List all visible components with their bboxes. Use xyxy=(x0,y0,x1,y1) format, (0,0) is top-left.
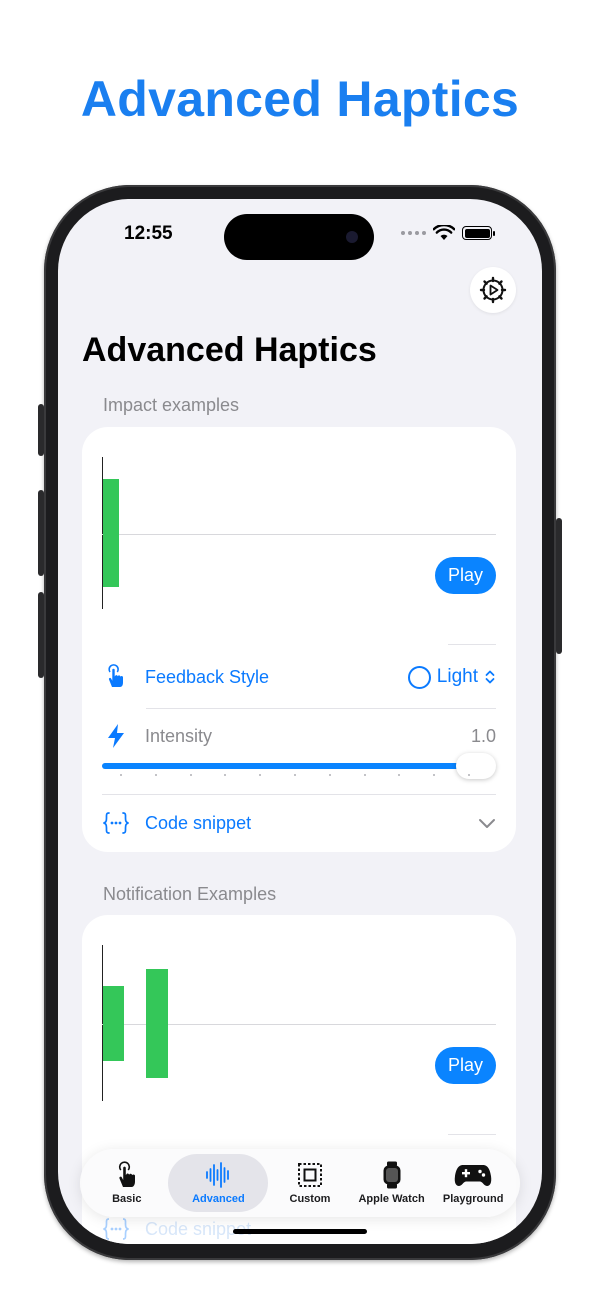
tab-label-basic: Basic xyxy=(112,1193,142,1205)
feedback-style-row[interactable]: Feedback Style Light xyxy=(102,657,496,697)
impact-section-label: Impact examples xyxy=(103,395,240,415)
intensity-slider[interactable] xyxy=(102,753,496,779)
tab-playground[interactable]: Playground xyxy=(433,1154,513,1212)
waveform-icon xyxy=(204,1161,232,1189)
tab-bar: Basic Advanced Custom Apple Watch Playgr… xyxy=(80,1149,520,1217)
chevron-up-down-icon xyxy=(485,670,495,684)
square-dashed-icon xyxy=(297,1161,323,1189)
status-indicators xyxy=(401,225,495,241)
notification-play-button[interactable]: Play xyxy=(435,1047,496,1084)
intensity-row: Intensity 1.0 xyxy=(102,716,496,756)
gamecontroller-icon xyxy=(454,1161,492,1189)
side-button xyxy=(556,518,562,654)
curly-braces-icon xyxy=(102,809,130,837)
hand-tap-icon xyxy=(102,663,130,691)
tab-advanced[interactable]: Advanced xyxy=(168,1154,269,1212)
bolt-icon xyxy=(102,722,130,750)
feedback-style-value: Light xyxy=(436,666,478,687)
notification-bar-2 xyxy=(146,969,168,1078)
intensity-slider-fill xyxy=(102,763,476,769)
tab-basic[interactable]: Basic xyxy=(87,1154,167,1212)
code-snippet-label: Code snippet xyxy=(145,812,252,833)
home-indicator xyxy=(233,1229,367,1234)
code-snippet-row[interactable]: Code snippet xyxy=(102,803,496,843)
tab-label-advanced: Advanced xyxy=(192,1193,245,1205)
slider-ticks xyxy=(120,774,470,776)
notification-haptic-chart xyxy=(102,945,496,1101)
phone-screen: 12:55 Advanced Haptics Impact examples P… xyxy=(58,199,542,1244)
curly-braces-icon xyxy=(102,1215,130,1243)
hero-headline: Advanced Haptics xyxy=(80,71,520,127)
impact-card: Play Feedback Style Light Intensity 1.0 … xyxy=(82,427,516,852)
tab-label-apple-watch: Apple Watch xyxy=(358,1193,425,1205)
chart-baseline xyxy=(102,534,496,535)
cellular-icon xyxy=(401,231,426,235)
divider xyxy=(102,794,496,795)
battery-icon xyxy=(462,226,495,240)
tab-apple-watch[interactable]: Apple Watch xyxy=(352,1154,432,1212)
tab-label-custom: Custom xyxy=(289,1193,331,1205)
settings-button[interactable] xyxy=(470,267,516,313)
tab-custom[interactable]: Custom xyxy=(270,1154,350,1212)
wifi-icon xyxy=(433,225,455,240)
feedback-style-picker[interactable]: Light xyxy=(407,665,496,689)
intensity-value: 1.0 xyxy=(470,725,496,746)
tab-label-playground: Playground xyxy=(442,1193,504,1205)
chevron-down-icon xyxy=(479,819,495,828)
page-title: Advanced Haptics xyxy=(82,331,377,369)
volume-down-button xyxy=(38,592,44,678)
action-button xyxy=(38,404,44,456)
hand-tap-icon xyxy=(114,1161,140,1189)
intensity-label: Intensity xyxy=(145,725,213,746)
dynamic-island xyxy=(224,214,374,260)
camera-icon xyxy=(346,231,358,243)
divider xyxy=(146,708,496,709)
volume-up-button xyxy=(38,490,44,576)
status-time: 12:55 xyxy=(124,223,173,244)
divider xyxy=(448,644,496,645)
impact-haptic-chart xyxy=(102,457,496,609)
gear-play-icon xyxy=(479,276,507,304)
feedback-style-label: Feedback Style xyxy=(145,666,270,687)
applewatch-icon xyxy=(381,1161,403,1189)
impact-play-button[interactable]: Play xyxy=(435,557,496,594)
divider xyxy=(448,1134,496,1135)
notification-section-label: Notification Examples xyxy=(103,884,277,904)
circle-icon xyxy=(407,665,431,689)
notification-bar-1 xyxy=(103,986,124,1061)
impact-bar xyxy=(103,479,119,587)
